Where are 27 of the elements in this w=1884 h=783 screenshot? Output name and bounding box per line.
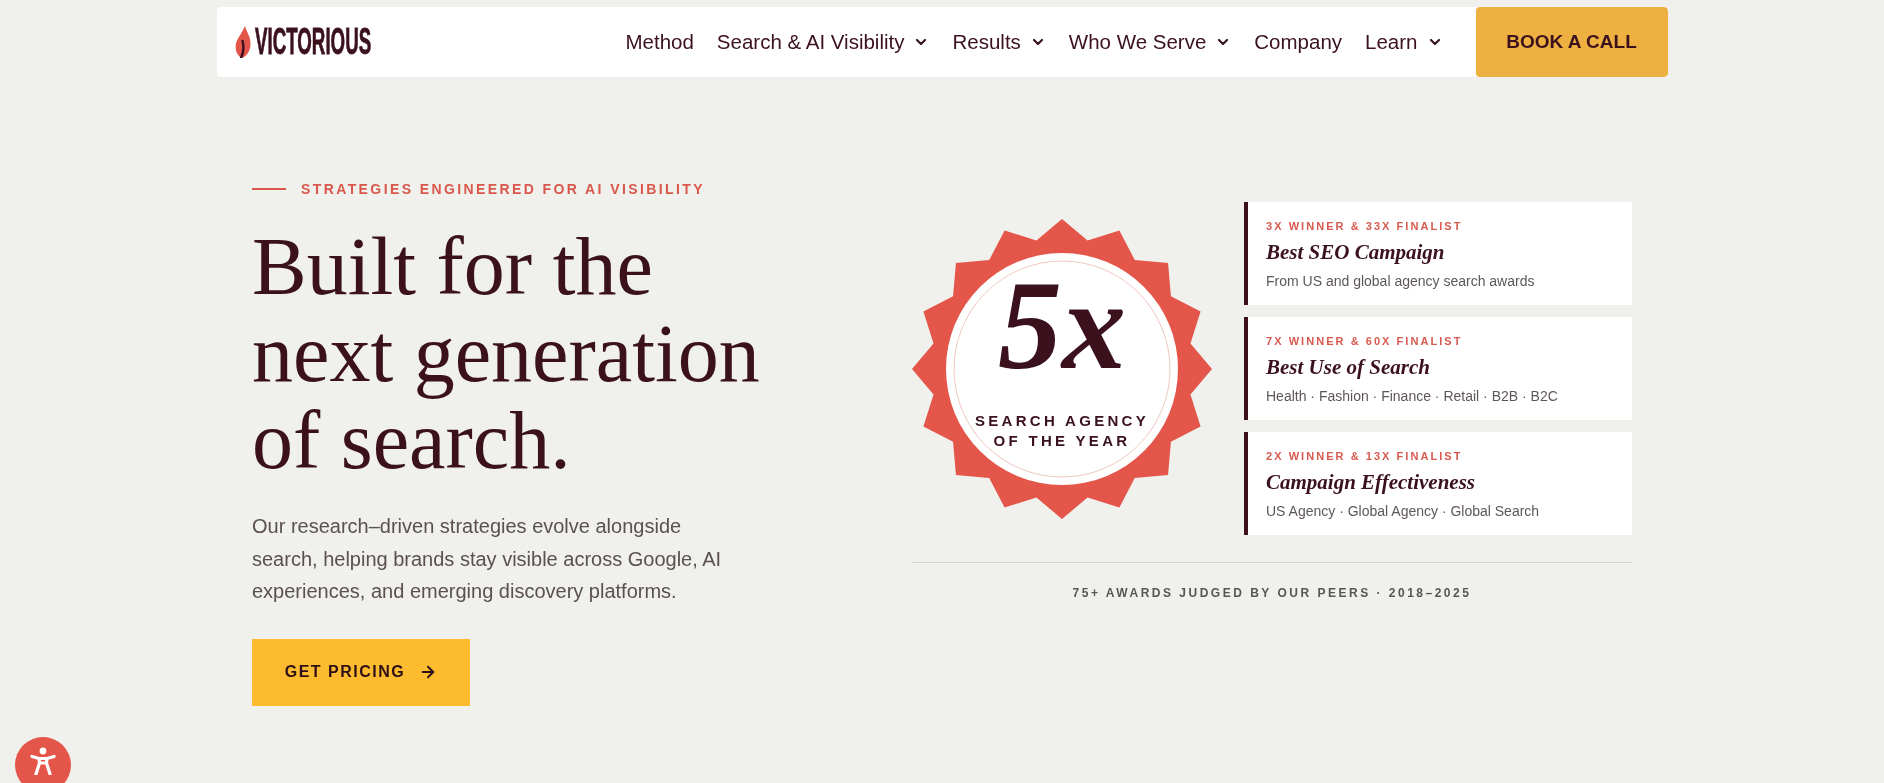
award-name: Best SEO Campaign <box>1266 239 1446 266</box>
award-name: Best Use of Search <box>1266 354 1431 381</box>
award-title: SEARCH AGENCY OF THE YEAR <box>974 410 1150 451</box>
award-count: 5x <box>998 260 1126 389</box>
hero-description: Our research–driven strategies evolve alongside search, helping brands stay visible across Google, AI experiences, and emerging discovery platforms. <box>252 514 723 604</box>
award-detail: From US and global agency search awards <box>1266 272 1536 290</box>
award-name: Campaign Effectiveness <box>1266 469 1476 496</box>
nav-link[interactable]: Method <box>625 30 694 54</box>
award-detail: US Agency · Global Agency · Global Search <box>1266 502 1541 520</box>
eyebrow-text: STRATEGIES ENGINEERED FOR AI VISIBILITY <box>301 181 705 197</box>
get-pricing-button[interactable]: GET PRICING <box>252 638 470 706</box>
nav-link[interactable]: Company <box>1254 30 1343 54</box>
accessibility-button[interactable] <box>15 737 71 783</box>
award-tally: 3X WINNER & 33X FINALIST <box>1266 219 1464 233</box>
nav-link[interactable]: Who We Serve <box>1068 30 1232 54</box>
hero-headline: Built for the next generation of search. <box>252 223 761 484</box>
nav-link[interactable]: Search & AI Visibility <box>716 30 930 54</box>
award-tally: 7X WINNER & 60X FINALIST <box>1266 334 1464 348</box>
flame-icon[interactable] <box>234 26 251 58</box>
book-call-button[interactable]: BOOK A CALL <box>1475 7 1668 77</box>
award-detail: Health · Fashion · Finance · Retail · B2B · B2C <box>1266 387 1559 405</box>
logo-wordmark[interactable]: VICTORIOUS <box>254 24 371 60</box>
nav-link[interactable]: Results <box>952 30 1046 54</box>
nav-link[interactable]: Learn <box>1365 30 1443 54</box>
award-tally: 2X WINNER & 13X FINALIST <box>1266 449 1464 463</box>
awards-footnote: 75+ AWARDS JUDGED BY OUR PEERS · 2018–2025 <box>1072 585 1472 601</box>
person-icon <box>30 747 56 775</box>
